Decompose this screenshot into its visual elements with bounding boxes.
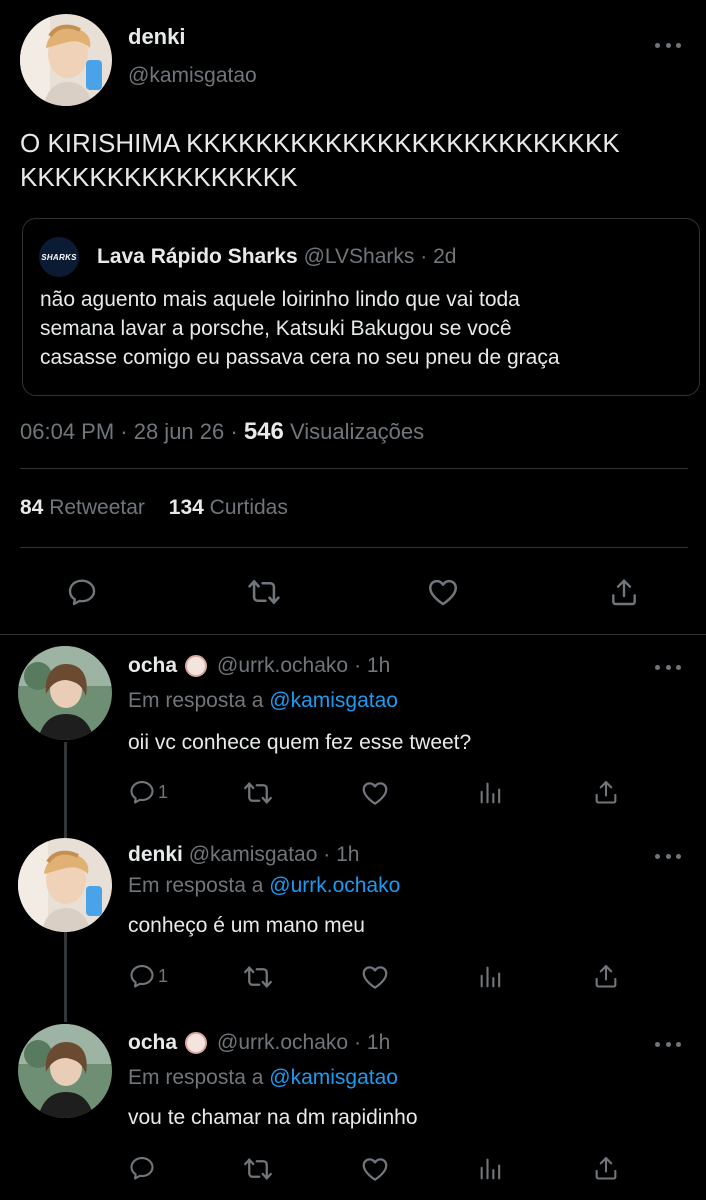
retweet-icon[interactable]	[246, 574, 282, 610]
reply-context: Em resposta a @kamisgatao	[128, 689, 398, 713]
likes-count: 134	[168, 496, 204, 519]
like-icon[interactable]	[360, 778, 390, 808]
reply-context: Em resposta a @urrk.ochako	[128, 874, 400, 898]
divider	[20, 547, 688, 548]
quoted-avatar[interactable]: SHARKS	[39, 237, 79, 277]
reply-count: 1	[158, 965, 169, 986]
quoted-text: não aguento mais aquele loirinho lindo q…	[40, 285, 560, 372]
like-icon[interactable]	[360, 1154, 390, 1184]
reply-author-handle[interactable]: @kamisgatao	[189, 843, 318, 866]
quoted-header: Lava Rápido Sharks @LVSharks · 2d	[97, 245, 456, 269]
reply-action[interactable]	[128, 1154, 158, 1182]
retweets-label: Retweetar	[49, 496, 145, 519]
more-icon[interactable]	[655, 662, 681, 672]
reply-mention[interactable]: @kamisgatao	[269, 1066, 398, 1089]
badge-icon	[185, 655, 208, 677]
author-avatar[interactable]	[20, 14, 112, 106]
reply-action[interactable]: 1	[128, 778, 168, 806]
views-icon[interactable]	[477, 779, 505, 807]
reply-mention[interactable]: @kamisgatao	[269, 689, 398, 712]
share-icon[interactable]	[592, 1154, 620, 1182]
quoted-name[interactable]: Lava Rápido Sharks	[97, 245, 298, 268]
tweet-text: O KIRISHIMA KKKKKKKKKKKKKKKKKKKKKKKKK KK…	[20, 126, 620, 194]
reply-mention[interactable]: @urrk.ochako	[269, 874, 400, 897]
reply-icon[interactable]	[64, 574, 100, 610]
reply-avatar[interactable]	[18, 646, 112, 740]
reply-context-prefix: Em resposta a	[128, 874, 264, 897]
retweet-icon[interactable]	[243, 962, 273, 992]
more-icon[interactable]	[655, 1039, 681, 1049]
reply-count: 1	[158, 781, 169, 802]
reply-header: ocha @urrk.ochako · 1h	[128, 1031, 390, 1055]
share-icon[interactable]	[592, 962, 620, 990]
like-icon[interactable]	[425, 574, 461, 610]
quoted-text-line: casasse comigo eu passava cera no seu pn…	[40, 346, 560, 369]
views-label: Visualizações	[289, 419, 425, 444]
likes-stat[interactable]: 134 Curtidas	[169, 496, 288, 519]
reply-icon	[128, 962, 156, 990]
reply-author-name[interactable]: ocha	[128, 654, 177, 678]
reply-time: · 1h	[323, 843, 360, 866]
more-icon[interactable]	[655, 851, 681, 861]
reply-action[interactable]: 1	[128, 962, 168, 990]
quoted-text-line: não aguento mais aquele loirinho lindo q…	[40, 288, 520, 311]
reply-author-name[interactable]: ocha	[128, 1031, 177, 1055]
reply-avatar[interactable]	[18, 1024, 112, 1118]
reply-author-handle[interactable]: @urrk.ochako	[217, 1031, 348, 1055]
divider	[0, 634, 706, 635]
views-icon[interactable]	[477, 963, 505, 991]
reply-header: denki @kamisgatao · 1h	[128, 843, 359, 867]
reply-time: · 1h	[354, 654, 391, 677]
reply-text: conheço é um mano meu	[128, 914, 365, 937]
share-icon[interactable]	[606, 574, 642, 610]
author-handle[interactable]: @kamisgatao	[128, 64, 257, 88]
timestamp: 06:04 PM · 28 jun 26 ·	[20, 419, 238, 444]
reply-context-prefix: Em resposta a	[128, 1066, 264, 1089]
reply-author-handle[interactable]: @urrk.ochako	[217, 654, 348, 678]
retweet-icon[interactable]	[243, 1154, 273, 1184]
reply-context-prefix: Em resposta a	[128, 689, 264, 712]
quoted-time: · 2d	[420, 245, 457, 268]
share-icon[interactable]	[592, 778, 620, 806]
reply-header: ocha @urrk.ochako · 1h	[128, 654, 390, 678]
likes-label: Curtidas	[209, 496, 288, 519]
retweets-count: 84	[20, 496, 44, 519]
stats-row: 84 Retweetar 134 Curtidas	[20, 496, 288, 520]
reply-avatar[interactable]	[18, 838, 112, 932]
quoted-text-line: semana lavar a porsche, Katsuki Bakugou …	[40, 317, 512, 340]
badge-icon	[185, 1032, 208, 1054]
reply-icon	[128, 1154, 156, 1182]
quoted-tweet-card[interactable]: SHARKS Lava Rápido Sharks @LVSharks · 2d…	[22, 218, 700, 396]
reply-text: vou te chamar na dm rapidinho	[128, 1106, 418, 1129]
retweet-icon[interactable]	[243, 778, 273, 808]
more-icon[interactable]	[655, 40, 681, 50]
tweet-text-line: KKKKKKKKKKKKKKKK	[20, 162, 298, 192]
quoted-handle[interactable]: @LVSharks	[304, 245, 415, 268]
reply-author-name[interactable]: denki	[128, 843, 183, 866]
author-name[interactable]: denki	[128, 24, 185, 50]
reply-icon	[128, 778, 156, 806]
reply-time: · 1h	[354, 1031, 391, 1054]
views-count: 546	[243, 418, 284, 445]
retweets-stat[interactable]: 84 Retweetar	[20, 496, 151, 519]
like-icon[interactable]	[360, 962, 390, 992]
timestamp-row: 06:04 PM · 28 jun 26 · 546 Visualizações	[20, 418, 424, 446]
divider	[20, 468, 688, 469]
quoted-logo-text: SHARKS	[41, 252, 77, 262]
reply-context: Em resposta a @kamisgatao	[128, 1066, 398, 1090]
views-icon[interactable]	[477, 1155, 505, 1183]
reply-text: oii vc conhece quem fez esse tweet?	[128, 731, 472, 754]
tweet-text-line: O KIRISHIMA KKKKKKKKKKKKKKKKKKKKKKKKK	[20, 128, 620, 158]
